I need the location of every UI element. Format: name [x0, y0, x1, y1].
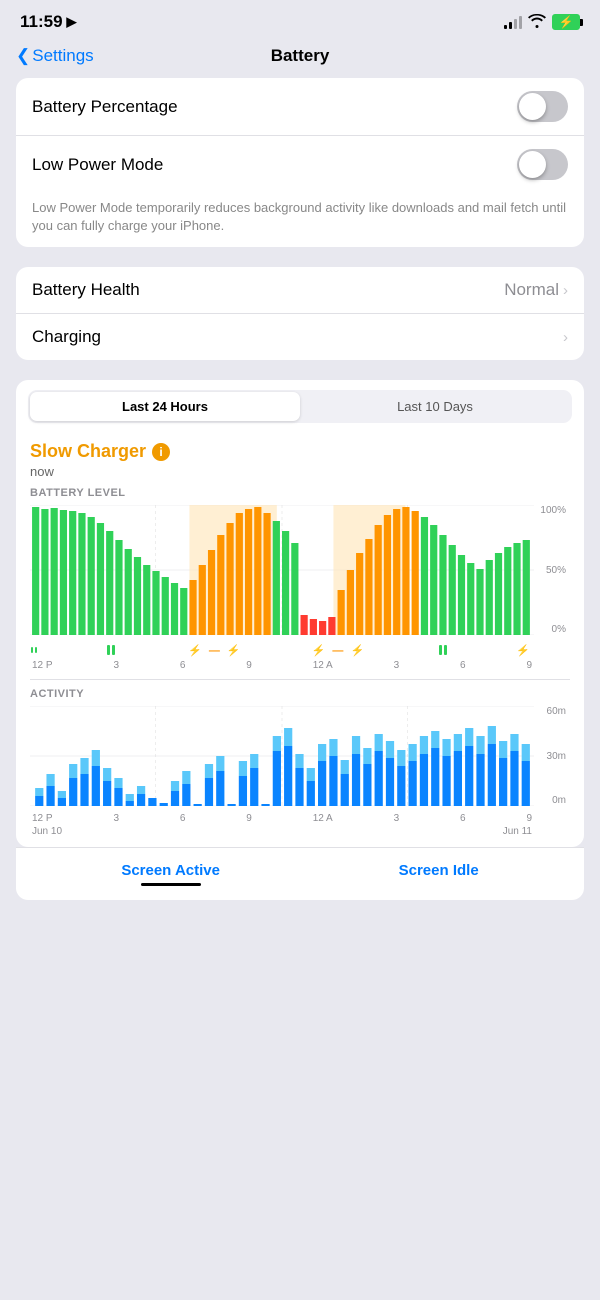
chart-card: Last 24 Hours Last 10 Days Slow Charger …	[16, 380, 584, 847]
battery-level-title: BATTERY LEVEL	[30, 487, 570, 499]
battery-percentage-row: Battery Percentage	[16, 78, 584, 136]
act-x-label-12a: 12 A	[313, 813, 333, 824]
battery-level-section: BATTERY LEVEL	[16, 487, 584, 671]
act-x-label-9: 9	[246, 813, 252, 824]
act-x-label-12p: 12 P	[32, 813, 53, 824]
act-y-label-60m: 60m	[538, 706, 566, 717]
status-time: 11:59 ▶	[20, 12, 77, 32]
date-label-1: Jun 10	[32, 826, 62, 837]
battery-health-value: Normal	[504, 280, 559, 300]
date-label-2: Jun 11	[503, 826, 532, 837]
settings-card-2: Battery Health Normal › Charging ›	[16, 267, 584, 360]
activity-section: ACTIVITY	[16, 688, 584, 837]
nav-header: ❮ Settings Battery	[0, 38, 600, 78]
tab-last-24-hours[interactable]: Last 24 Hours	[30, 392, 300, 421]
act-y-label-30m: 30m	[538, 751, 566, 762]
battery-bolt: ⚡	[559, 15, 574, 29]
screen-idle-stat: Screen Idle	[399, 862, 479, 886]
slow-charger-row: Slow Charger i	[16, 437, 584, 464]
screen-active-label: Screen Active	[121, 862, 220, 879]
now-label: now	[16, 464, 584, 487]
battery-percentage-toggle[interactable]	[517, 91, 568, 122]
battery-percentage-label: Battery Percentage	[32, 97, 178, 117]
battery-health-row[interactable]: Battery Health Normal ›	[16, 267, 584, 314]
back-label: Settings	[32, 46, 93, 66]
chevron-right-icon: ›	[563, 282, 568, 299]
activity-chart	[30, 706, 534, 806]
tab-24h-label: Last 24 Hours	[122, 399, 208, 414]
back-button[interactable]: ❮ Settings	[16, 46, 94, 66]
low-power-mode-row: Low Power Mode	[16, 136, 584, 193]
signal-icon	[504, 15, 522, 29]
x-label-12a: 12 A	[313, 660, 333, 671]
wifi-icon	[528, 14, 546, 31]
location-icon: ▶	[67, 14, 77, 30]
slow-charger-label: Slow Charger	[30, 441, 146, 462]
page-title: Battery	[271, 46, 330, 66]
bottom-stats-row: Screen Active Screen Idle	[16, 847, 584, 900]
charging-chevron-icon: ›	[563, 329, 568, 346]
chart-divider	[30, 679, 570, 680]
battery-icon: ⚡	[552, 14, 580, 30]
x-label-6b: 6	[460, 660, 466, 671]
act-x-label-9b: 9	[526, 813, 532, 824]
low-power-mode-toggle[interactable]	[517, 149, 568, 180]
y-label-0: 0%	[538, 624, 566, 635]
status-icons: ⚡	[504, 14, 580, 31]
back-chevron-icon: ❮	[16, 46, 30, 66]
x-label-6: 6	[180, 660, 186, 671]
screen-idle-label: Screen Idle	[399, 862, 479, 879]
activity-title: ACTIVITY	[30, 688, 570, 700]
battery-level-chart	[30, 505, 534, 635]
act-x-label-3: 3	[113, 813, 119, 824]
act-y-label-0m: 0m	[538, 795, 566, 806]
tab-last-10-days[interactable]: Last 10 Days	[300, 392, 570, 421]
x-label-3: 3	[113, 660, 119, 671]
act-x-label-6: 6	[180, 813, 186, 824]
low-power-mode-hint: Low Power Mode temporarily reduces backg…	[16, 193, 584, 247]
battery-health-label: Battery Health	[32, 280, 140, 300]
tab-10d-label: Last 10 Days	[397, 399, 473, 414]
y-label-50: 50%	[538, 565, 566, 576]
charging-row[interactable]: Charging ›	[16, 314, 584, 360]
x-label-3b: 3	[394, 660, 400, 671]
act-x-label-3b: 3	[394, 813, 400, 824]
status-bar: 11:59 ▶ ⚡	[0, 0, 600, 38]
y-label-100: 100%	[538, 505, 566, 516]
battery-health-right: Normal ›	[504, 280, 568, 300]
x-label-9b: 9	[526, 660, 532, 671]
act-x-label-6b: 6	[460, 813, 466, 824]
charging-right: ›	[563, 329, 568, 346]
low-power-mode-label: Low Power Mode	[32, 155, 163, 175]
time-display: 11:59	[20, 12, 63, 32]
x-label-9: 9	[246, 660, 252, 671]
info-icon[interactable]: i	[152, 443, 170, 461]
screen-active-stat: Screen Active	[121, 862, 220, 886]
settings-card-1: Battery Percentage Low Power Mode Low Po…	[16, 78, 584, 247]
charging-label: Charging	[32, 327, 101, 347]
time-tabs: Last 24 Hours Last 10 Days	[28, 390, 572, 423]
x-label-12p: 12 P	[32, 660, 53, 671]
